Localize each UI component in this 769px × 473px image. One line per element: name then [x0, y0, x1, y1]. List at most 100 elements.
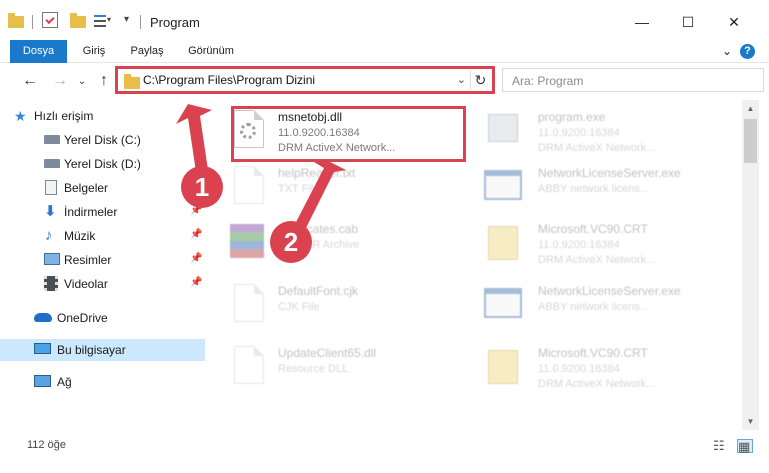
exe-icon	[488, 114, 518, 142]
sidebar-item-pictures[interactable]: Resimler 📌	[0, 249, 205, 271]
sidebar-item-drive-c[interactable]: Yerel Disk (C:)	[0, 129, 205, 151]
window-exe-icon	[484, 288, 522, 318]
folder-icon	[8, 13, 24, 31]
address-highlight-box	[115, 66, 495, 94]
address-row: ← → ⌄ ↑ C:\Program Files\Program Dizini …	[0, 63, 769, 99]
download-icon: ⬇	[44, 203, 57, 220]
help-icon[interactable]: ?	[740, 44, 755, 59]
tiles-view-icon[interactable]: ▦	[737, 439, 753, 454]
maximize-button[interactable]: ☐	[665, 8, 711, 36]
sidebar-item-network[interactable]: Ağ	[0, 371, 205, 393]
navigation-pane: ★ Hızlı erişim Yerel Disk (C:) Yerel Dis…	[0, 100, 208, 430]
pin-icon[interactable]: 📌	[190, 277, 202, 288]
sidebar-item-label: Belgeler	[64, 181, 109, 195]
file-meta: 11.0.9200.16384 DRM ActiveX Network...	[538, 363, 656, 390]
tab-home[interactable]: Giriş	[74, 40, 114, 63]
tab-share[interactable]: Paylaş	[124, 40, 170, 63]
text-file-icon	[234, 166, 264, 204]
item-count: 112 öğe	[27, 439, 66, 451]
separator	[32, 15, 33, 29]
up-button[interactable]: ↑	[94, 71, 114, 91]
file-meta: Resource DLL	[278, 363, 349, 375]
file-item-program[interactable]: program.exe 11.0.9200.16384 DRM ActiveX …	[470, 106, 720, 164]
sidebar-item-label: Ağ	[57, 375, 72, 389]
file-item-vc90crt[interactable]: Microsoft.VC90.CRT 11.0.9200.16384 DRM A…	[470, 218, 720, 276]
sidebar-item-quick-access[interactable]: ★ Hızlı erişim	[0, 105, 205, 127]
callout-step-1: 1	[181, 166, 223, 208]
file-item-vc90crt-2[interactable]: Microsoft.VC90.CRT 11.0.9200.16384 DRM A…	[470, 342, 720, 400]
ribbon: Dosya Giriş Paylaş Görünüm ⌄ ?	[0, 40, 769, 98]
music-icon: ♪	[45, 227, 53, 244]
file-item-updateclient[interactable]: UpdateClient65.dll Resource DLL	[210, 342, 460, 400]
close-button[interactable]: ✕	[711, 8, 757, 36]
file-meta: ABBY network licens...	[538, 301, 650, 313]
file-name: DefaultFont.cjk	[278, 284, 359, 298]
sidebar-item-label: OneDrive	[57, 311, 108, 325]
recent-locations-icon[interactable]: ⌄	[76, 71, 88, 91]
sidebar-item-label: Resimler	[64, 253, 112, 267]
sidebar-item-music[interactable]: ♪ Müzik 📌	[0, 225, 205, 247]
folder-doc-icon	[488, 226, 518, 260]
pin-icon[interactable]: 📌	[190, 229, 202, 240]
file-item-certificates[interactable]: certificates.cab WinRAR Archive	[210, 218, 460, 276]
network-icon	[34, 375, 51, 387]
scroll-thumb[interactable]	[744, 119, 757, 163]
scroll-down-icon[interactable]: ▼	[742, 413, 759, 430]
properties-icon[interactable]	[42, 12, 58, 28]
pin-icon[interactable]: 📌	[190, 253, 202, 264]
minimize-button[interactable]: —	[619, 8, 665, 36]
forward-button[interactable]: →	[50, 71, 70, 91]
file-name: program.exe	[538, 110, 606, 124]
file-list: msnetobj.dll 11.0.9200.16384 DRM ActiveX…	[210, 100, 740, 430]
drive-icon	[44, 135, 60, 144]
sidebar-item-label: Videolar	[64, 277, 108, 291]
computer-icon	[34, 343, 51, 354]
search-placeholder: Ara: Program	[512, 74, 584, 88]
star-icon: ★	[14, 108, 27, 124]
sidebar-item-downloads[interactable]: ⬇ İndirmeler 📌	[0, 201, 205, 223]
drive-icon	[44, 159, 60, 168]
file-name: Microsoft.VC90.CRT	[538, 346, 648, 360]
file-name: NetworkLicenseServer.exe	[538, 166, 681, 180]
tab-view[interactable]: Görünüm	[180, 40, 242, 63]
file-meta: TXT File	[278, 183, 320, 195]
title-bar: ▾ ▾ Program — ☐ ✕	[0, 0, 769, 40]
sidebar-item-label: Bu bilgisayar	[57, 343, 126, 357]
cloud-icon	[34, 313, 52, 322]
file-item-defaultfont[interactable]: DefaultFont.cjk CJK File	[210, 280, 460, 338]
file-name: NetworkLicenseServer.exe	[538, 284, 681, 298]
sidebar-item-drive-d[interactable]: Yerel Disk (D:)	[0, 153, 205, 175]
sidebar-item-videos[interactable]: Videolar 📌	[0, 273, 205, 295]
sidebar-item-onedrive[interactable]: OneDrive	[0, 307, 205, 329]
status-bar: 112 öğe ☷ ▦	[0, 432, 769, 473]
sidebar-item-label: Yerel Disk (C:)	[64, 133, 141, 147]
file-meta: CJK File	[278, 301, 320, 313]
file-item-networklicense[interactable]: NetworkLicenseServer.exe ABBY network li…	[470, 162, 720, 220]
file-name: helpReader.txt	[278, 166, 356, 180]
file-item-helpreader[interactable]: helpReader.txt TXT File	[210, 162, 460, 220]
quick-access-dropdown-icon[interactable]: ▾	[124, 14, 129, 32]
file-highlight-box	[231, 106, 466, 162]
blank-file-icon	[234, 346, 264, 384]
window-title: Program	[150, 15, 200, 30]
file-item-networklicense-2[interactable]: NetworkLicenseServer.exe ABBY network li…	[470, 280, 720, 338]
customize-icon[interactable]: ▾	[94, 13, 112, 29]
new-folder-icon[interactable]	[70, 13, 86, 31]
sidebar-item-label: İndirmeler	[64, 205, 118, 219]
scroll-up-icon[interactable]: ▲	[742, 100, 759, 117]
file-name: UpdateClient65.dll	[278, 346, 377, 360]
blank-file-icon	[234, 284, 264, 322]
pictures-icon	[44, 253, 60, 265]
documents-icon	[45, 180, 57, 195]
vertical-scrollbar[interactable]: ▲ ▼	[742, 100, 759, 430]
winrar-icon	[230, 224, 264, 258]
search-input[interactable]: Ara: Program	[502, 68, 764, 92]
ribbon-expand-icon[interactable]: ⌄	[720, 40, 734, 63]
details-view-icon[interactable]: ☷	[713, 439, 729, 453]
back-button[interactable]: ←	[20, 71, 40, 91]
sidebar-item-this-pc[interactable]: Bu bilgisayar	[0, 339, 205, 361]
file-name: Microsoft.VC90.CRT	[538, 222, 648, 236]
file-meta: 11.0.9200.16384 DRM ActiveX Network...	[538, 239, 656, 266]
sidebar-item-label: Yerel Disk (D:)	[64, 157, 141, 171]
sidebar-item-documents[interactable]: Belgeler	[0, 177, 205, 199]
